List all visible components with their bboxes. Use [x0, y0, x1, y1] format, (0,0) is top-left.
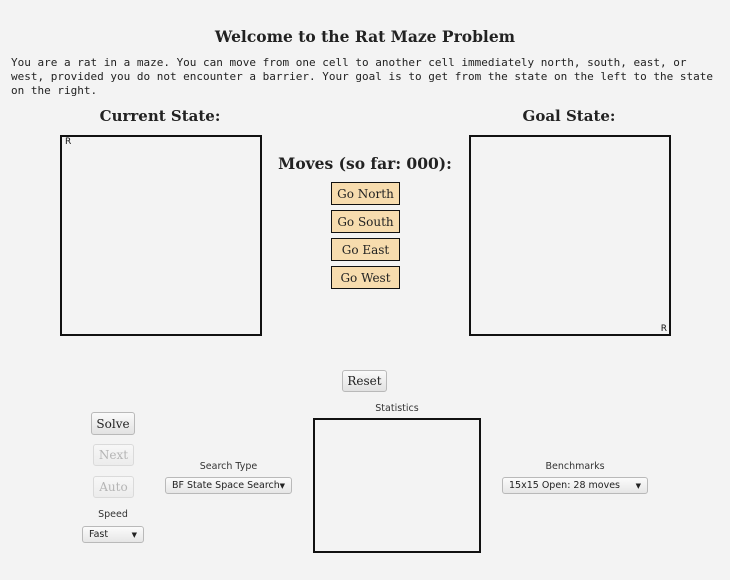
benchmarks-label: Benchmarks — [545, 461, 605, 472]
search-type-label: Search Type — [199, 461, 258, 472]
solve-button[interactable]: Solve — [91, 412, 135, 435]
rat-marker: R — [660, 324, 667, 334]
speed-label: Speed — [98, 509, 128, 520]
speed-select[interactable]: Fast ▼ — [82, 526, 144, 543]
auto-button[interactable]: Auto — [93, 476, 134, 498]
reset-button[interactable]: Reset — [342, 370, 387, 392]
moves-counter-heading: Moves (so far: 000): — [278, 154, 452, 173]
go-west-button[interactable]: Go West — [331, 266, 400, 289]
statistics-label: Statistics — [375, 403, 419, 414]
benchmarks-value: 15x15 Open: 28 moves — [509, 480, 621, 491]
goal-state-board: R — [469, 135, 671, 336]
goal-state-heading: Goal State: — [522, 107, 616, 125]
search-type-select[interactable]: BF State Space Search ▼ — [165, 477, 292, 494]
go-south-button[interactable]: Go South — [331, 210, 400, 233]
speed-select-value: Fast — [89, 529, 109, 540]
go-north-button[interactable]: Go North — [331, 182, 400, 205]
problem-description: You are a rat in a maze. You can move fr… — [11, 56, 713, 97]
benchmarks-select[interactable]: 15x15 Open: 28 moves ▼ — [502, 477, 648, 494]
chevron-down-icon: ▼ — [279, 482, 285, 490]
rat-marker: R — [65, 137, 72, 147]
chevron-down-icon: ▼ — [131, 531, 137, 539]
go-east-button[interactable]: Go East — [331, 238, 400, 261]
current-state-board: R — [60, 135, 262, 336]
statistics-panel — [313, 418, 481, 553]
chevron-down-icon: ▼ — [635, 482, 641, 490]
current-state-heading: Current State: — [99, 107, 221, 125]
search-type-value: BF State Space Search — [172, 480, 280, 491]
page-title: Welcome to the Rat Maze Problem — [214, 27, 516, 46]
next-button[interactable]: Next — [93, 444, 134, 466]
